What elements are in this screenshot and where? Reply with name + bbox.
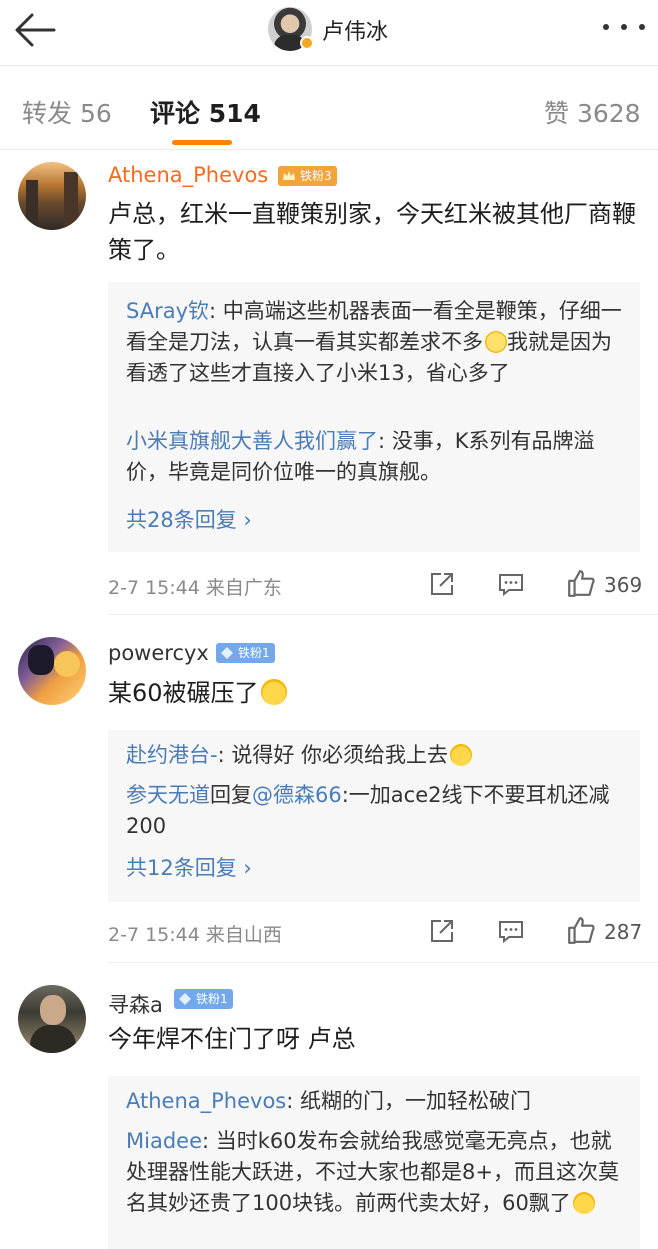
reply-username[interactable]: Athena_Phevos [126, 1089, 286, 1113]
fan-badge-label: 铁粉1 [238, 646, 270, 660]
tab-likes[interactable]: 赞 3628 [544, 94, 641, 130]
comment-text: 今年焊不住门了呀 卢总 [108, 1025, 356, 1053]
tab-bar: 转发 56 评论 514 赞 3628 [0, 66, 658, 150]
comment-text: 某60被碾压了 [108, 675, 638, 711]
thumbs-up-icon[interactable] [566, 568, 596, 598]
like-count: 369 [604, 573, 643, 597]
avatar[interactable] [18, 162, 86, 230]
replies-box[interactable]: SAray钦: 中高端这些机器表面一看全是鞭策，仔细一看全是刀法，认真一看其实都… [108, 282, 640, 552]
comment-username[interactable]: powercyx [108, 641, 209, 665]
replies-box[interactable]: Athena_Phevos: 纸糊的门，一加轻松破门 Miadee: 当时k60… [108, 1076, 640, 1249]
comment-text: 卢总，红米一直鞭策别家，今天红米被其他厂商鞭策了。 [108, 200, 636, 264]
fan-badge-label: 铁粉1 [196, 992, 228, 1006]
comment-username[interactable]: Athena_Phevos [108, 163, 268, 187]
more-dots-icon[interactable] [603, 20, 645, 34]
arrow-left-icon[interactable] [10, 8, 60, 52]
reply-item[interactable]: SAray钦: 中高端这些机器表面一看全是鞭策，仔细一看全是刀法，认真一看其实都… [126, 296, 626, 389]
reply-username[interactable]: Miadee [126, 1129, 202, 1153]
reply-text: : 说得好 你必须给我上去 [217, 743, 449, 767]
share-icon[interactable] [428, 570, 456, 598]
thumbs-up-icon[interactable] [566, 915, 596, 945]
comment-icon[interactable] [497, 917, 525, 945]
crown-icon [283, 171, 295, 180]
sweat-emoji-icon [485, 331, 507, 353]
view-more-replies[interactable]: 共12条回复 › [126, 852, 252, 882]
diamond-icon [221, 647, 233, 659]
comment-time-location: 2-7 15:44 来自山西 [108, 924, 282, 946]
top-bar: 卢伟冰 [0, 0, 658, 66]
comment-time-location: 2-7 15:44 来自广东 [108, 577, 282, 599]
reply-item[interactable]: Miadee: 当时k60发布会就给我感觉毫无亮点，也就处理器性能大跃进，不过大… [126, 1126, 626, 1219]
comment-text-body: 某60被碾压了 [108, 679, 259, 707]
reply-username[interactable]: SAray钦 [126, 299, 209, 323]
verified-badge-icon [300, 36, 314, 50]
reply-item[interactable]: Athena_Phevos: 纸糊的门，一加轻松破门 [126, 1086, 626, 1117]
tab-repost[interactable]: 转发 56 [22, 94, 112, 130]
comment-item: powercyx 铁粉1 某60被碾压了 赴约港台-: 说得好 你必须给我上去 … [0, 615, 658, 963]
active-tab-indicator [172, 140, 232, 145]
comment-username[interactable]: 寻森a [108, 989, 163, 1019]
reply-mid-text: 回复 [210, 783, 252, 807]
comment-icon[interactable] [497, 570, 525, 598]
fan-level-badge: 铁粉1 [174, 989, 233, 1009]
share-icon[interactable] [428, 917, 456, 945]
fan-level-badge: 铁粉3 [278, 166, 337, 186]
diamond-icon [179, 993, 191, 1005]
reply-item[interactable]: 参天无道回复@德森66:一加ace2线下不要耳机还减200 [126, 780, 626, 842]
comment-item: Athena_Phevos 铁粉3 卢总，红米一直鞭策别家，今天红米被其他厂商鞭… [0, 150, 658, 615]
reply-text: : 纸糊的门，一加轻松破门 [286, 1089, 531, 1113]
cat-face-emoji-icon [572, 1192, 595, 1214]
cat-face-emoji-icon [450, 744, 473, 766]
avatar[interactable] [18, 637, 86, 705]
reply-item[interactable]: 小米真旗舰大善人我们赢了: 没事，K系列有品牌溢价，毕竟是同价位唯一的真旗舰。 [126, 426, 626, 488]
view-more-replies[interactable]: 共28条回复 › [126, 504, 252, 534]
fan-level-badge: 铁粉1 [216, 643, 275, 663]
reply-username[interactable]: 赴约港台- [126, 743, 218, 767]
profile-name[interactable]: 卢伟冰 [322, 14, 388, 46]
replies-box[interactable]: 赴约港台-: 说得好 你必须给我上去 参天无道回复@德森66:一加ace2线下不… [108, 730, 640, 902]
reply-item[interactable]: 赴约港台-: 说得好 你必须给我上去 [126, 740, 626, 771]
comment-item: 寻森a 铁粉1 今年焊不住门了呀 卢总 Athena_Phevos: 纸糊的门，… [0, 963, 658, 1249]
tab-comments[interactable]: 评论 514 [150, 94, 261, 130]
avatar[interactable] [18, 985, 86, 1053]
like-count: 287 [604, 920, 643, 944]
laughing-tears-emoji-icon [260, 679, 287, 705]
reply-username[interactable]: 小米真旗舰大善人我们赢了 [126, 429, 378, 453]
fan-badge-label: 铁粉3 [300, 169, 332, 183]
reply-username[interactable]: 参天无道 [126, 783, 210, 807]
reply-mention[interactable]: @德森66 [252, 783, 342, 807]
